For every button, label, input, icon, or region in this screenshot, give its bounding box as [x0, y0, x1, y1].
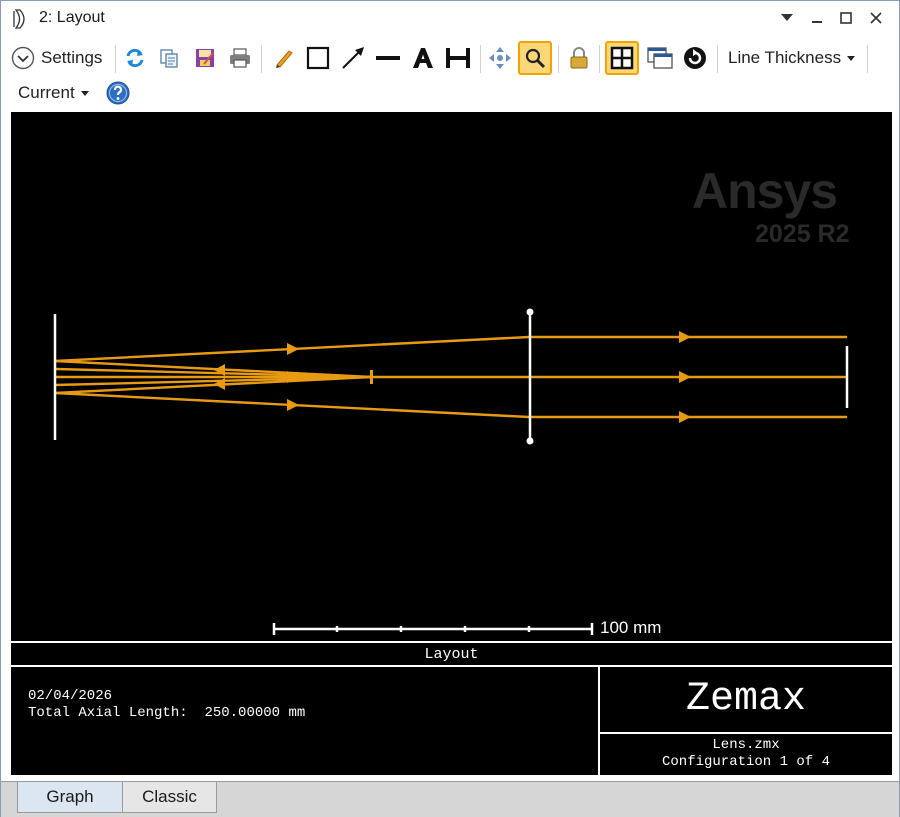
zoom-icon[interactable] [518, 41, 552, 75]
current-dropdown[interactable]: Current [18, 81, 89, 105]
scale-bar [272, 623, 594, 635]
window-title: 2: Layout [39, 9, 105, 26]
close-icon[interactable] [864, 7, 888, 29]
minimize-icon[interactable] [805, 7, 829, 29]
marginal-ray-top [54, 335, 847, 363]
rectangle-icon[interactable] [305, 45, 331, 71]
graph-footer: Layout 02/04/2026 Total Axial Length: 25… [11, 641, 892, 775]
pan-icon[interactable] [487, 45, 513, 71]
line-thickness-dropdown[interactable]: Line Thickness [728, 45, 856, 71]
ray-arrow [679, 411, 691, 423]
copy-icon[interactable] [156, 45, 182, 71]
ray-trace-drawing [53, 308, 849, 635]
layout-window: 2: Layout Settings Line Thickness Curren… [0, 0, 900, 817]
chevron-down-circle-icon [11, 46, 35, 70]
footer-date: 02/04/2026 [28, 688, 113, 704]
settings-label: Settings [41, 48, 103, 67]
ray-arrow [287, 399, 299, 411]
windows-icon[interactable] [646, 45, 674, 71]
scale-bar-label: 100 mm [600, 618, 662, 637]
footer-title: Layout [424, 646, 479, 663]
tab-graph-label: Graph [46, 787, 94, 806]
axial-length-label: Total Axial Length: [28, 705, 188, 721]
zemax-window-icon [11, 8, 33, 30]
tab-classic[interactable]: Classic [122, 782, 217, 813]
axial-length-value: 250.00000 mm [204, 705, 306, 721]
chevron-down-icon [847, 55, 856, 61]
configuration-label: Configuration 1 of 4 [661, 754, 831, 770]
zemax-brand: Zemax [685, 677, 807, 722]
line-icon[interactable] [374, 45, 402, 71]
pencil-icon[interactable] [271, 45, 297, 71]
title-bar: 2: Layout [1, 1, 899, 35]
refresh-icon[interactable] [122, 45, 148, 71]
marginal-ray-bottom [54, 391, 847, 419]
axial-length-row: Total Axial Length: 250.00000 mm [28, 705, 305, 721]
crosshair-icon[interactable] [605, 41, 639, 75]
chevron-down-icon [80, 90, 89, 96]
ray-arrow [679, 331, 691, 343]
window-menu-dropdown-icon[interactable] [775, 7, 799, 29]
file-name: Lens.zmx [712, 737, 780, 753]
ray-arrow [287, 343, 299, 355]
dimension-icon[interactable] [444, 45, 472, 71]
rotate-icon[interactable] [681, 45, 709, 71]
line-thickness-label: Line Thickness [728, 48, 842, 67]
lock-icon[interactable] [566, 45, 592, 71]
maximize-icon[interactable] [834, 7, 858, 29]
tab-classic-label: Classic [142, 787, 197, 806]
text-icon[interactable] [410, 45, 436, 71]
help-icon[interactable] [105, 80, 131, 106]
ray-arrow [679, 371, 691, 383]
settings-button[interactable]: Settings [11, 45, 102, 71]
save-icon[interactable] [192, 45, 218, 71]
focus-tick [370, 370, 373, 384]
print-icon[interactable] [227, 45, 253, 71]
current-label: Current [18, 83, 75, 102]
tab-graph[interactable]: Graph [17, 782, 123, 813]
arrow-icon[interactable] [339, 45, 367, 71]
view-tab-bar: Graph Classic [1, 781, 899, 817]
layout-graph-canvas[interactable]: Ansys 2025 R2 100 mm [11, 112, 892, 641]
